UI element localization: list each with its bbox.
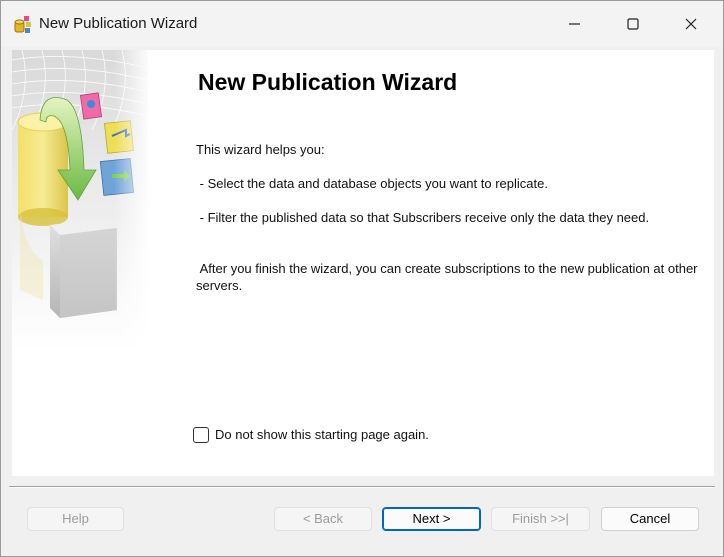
back-button[interactable]: < Back: [274, 507, 372, 531]
maximize-button[interactable]: [604, 1, 662, 47]
window-title: New Publication Wizard: [39, 15, 198, 32]
wizard-content-panel: New Publication Wizard This wizard helps…: [12, 50, 714, 476]
maximize-icon: [627, 18, 639, 30]
next-button[interactable]: Next >: [382, 507, 481, 531]
dont-show-again-label[interactable]: Do not show this starting page again.: [215, 427, 429, 442]
help-button[interactable]: Help: [27, 507, 124, 531]
minimize-icon: [569, 23, 580, 25]
publication-wizard-icon: [13, 14, 33, 34]
intro-text: This wizard helps you:: [196, 142, 325, 157]
wizard-banner-illustration: [12, 50, 148, 350]
close-button[interactable]: [662, 1, 720, 47]
close-icon: [685, 18, 697, 30]
footer-divider: [9, 486, 715, 488]
minimize-button[interactable]: [546, 1, 604, 47]
after-finish-text: After you finish the wizard, you can cre…: [196, 261, 702, 293]
bullet-filter-data: - Filter the published data so that Subs…: [196, 210, 650, 225]
finish-button[interactable]: Finish >>|: [491, 507, 590, 531]
wizard-window: New Publication Wizard New Publication W…: [0, 0, 724, 557]
title-bar[interactable]: New Publication Wizard: [1, 1, 723, 47]
dont-show-again-checkbox[interactable]: [193, 427, 209, 443]
cancel-button[interactable]: Cancel: [601, 507, 699, 531]
page-heading: New Publication Wizard: [198, 69, 458, 95]
bullet-select-objects: - Select the data and database objects y…: [196, 176, 548, 191]
